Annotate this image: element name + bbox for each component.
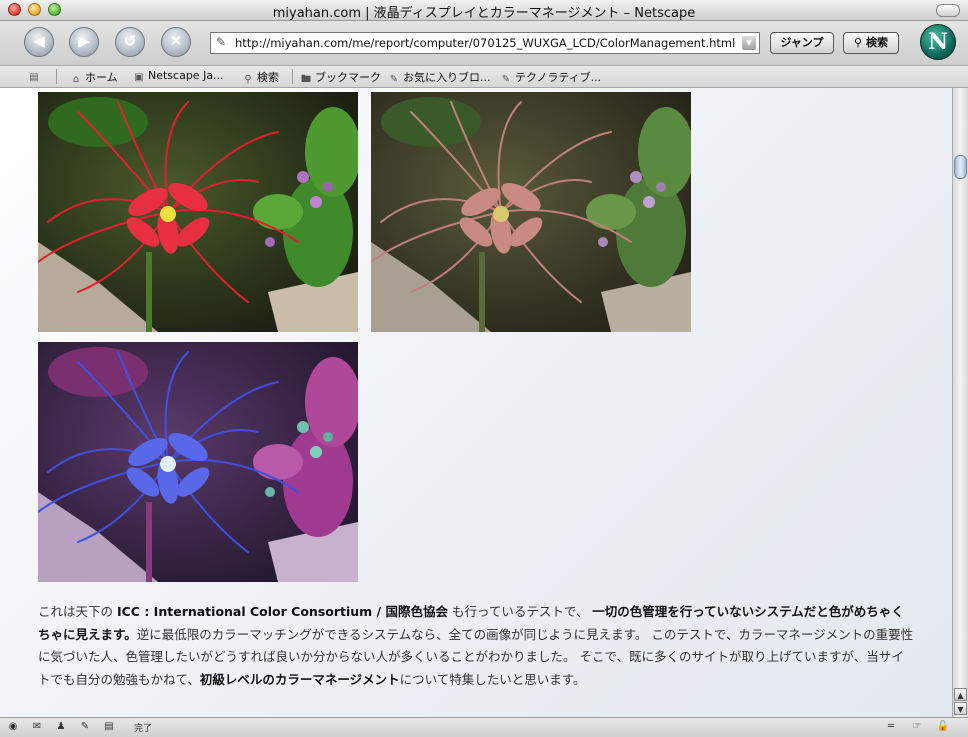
instant-messenger-icon[interactable]: ♟	[54, 721, 68, 733]
article-paragraph: これは天下の ICC : International Color Consort…	[38, 604, 914, 687]
magnifier-icon: ⚲	[244, 74, 252, 85]
arrow-right-icon: ▶	[78, 32, 90, 50]
folder-icon: 🖿	[301, 74, 311, 85]
address-book-icon[interactable]: ▤	[102, 721, 116, 733]
scroll-up-arrow-icon[interactable]: ▲	[954, 688, 967, 701]
url-text[interactable]: http://miyahan.com/me/report/computer/07…	[235, 36, 735, 50]
vertical-scrollbar[interactable]: ▲ ▼	[952, 88, 968, 717]
my-netscape-icon: ▣	[134, 72, 144, 83]
composer-icon[interactable]: ✎	[78, 721, 92, 733]
magnifier-icon: ⚲	[854, 36, 863, 49]
bookmark-technorati[interactable]: ✎ テクノラティブ...	[500, 69, 601, 85]
beginner-cm-emphasis: 初級レベルのカラーマネージメント	[199, 671, 400, 687]
window-title: miyahan.com | 液晶ディスプレイとカラーマネージメント – Nets…	[272, 6, 696, 21]
sidebar-toggle-icon[interactable]: ▤	[28, 69, 43, 83]
scroll-down-arrow-icon[interactable]: ▼	[954, 702, 967, 715]
popup-blocker-icon[interactable]: ☞	[910, 721, 924, 733]
page-icon: ✎	[216, 35, 227, 49]
flower-photo-inverted	[38, 342, 358, 582]
stop-button[interactable]: ✕	[161, 27, 191, 57]
title-bar: miyahan.com | 液晶ディスプレイとカラーマネージメント – Nets…	[0, 0, 968, 21]
bookmark-search[interactable]: ⚲ 検索	[242, 69, 279, 85]
online-status-icon[interactable]: ═	[880, 721, 902, 733]
security-lock-icon[interactable]: 🔓	[936, 721, 950, 733]
arrow-left-icon: ◀	[33, 32, 45, 50]
stop-icon: ✕	[169, 32, 183, 50]
flower-photo-original	[38, 92, 358, 332]
scrollbar-thumb[interactable]	[954, 155, 967, 179]
search-button-label: 検索	[865, 36, 888, 49]
jump-button[interactable]: ジャンプ	[770, 32, 834, 54]
navigation-toolbar: ◀ ▶ ↺ ✕ ✎ http://miyahan.com/me/report/c…	[0, 21, 968, 66]
toolbar-separator	[56, 69, 57, 84]
mail-icon[interactable]: ✉	[30, 721, 44, 733]
bookmark-home[interactable]: ⌂ ホーム	[70, 69, 118, 85]
bookmark-netscape-japan[interactable]: ▣ Netscape Ja...	[133, 69, 223, 83]
home-icon: ⌂	[72, 74, 80, 85]
status-bar: ◉ ✉ ♟ ✎ ▤ 完了 ═ ☞ 🔓	[0, 717, 968, 737]
forward-button[interactable]: ▶	[69, 27, 99, 57]
icc-emphasis: ICC : International Color Consortium / 国…	[116, 604, 448, 619]
bookmark-favorite-blogs[interactable]: ✎ お気に入りブロ...	[388, 69, 491, 85]
bookmarks-menu[interactable]: 🖿 ブックマーク	[300, 69, 381, 85]
status-text: 完了	[134, 724, 153, 734]
reload-button[interactable]: ↺	[115, 27, 145, 57]
url-dropdown-icon[interactable]: ▼	[742, 36, 756, 50]
page-content: これは天下の ICC : International Color Consort…	[0, 88, 952, 717]
netscape-logo[interactable]: N	[920, 24, 956, 60]
bookmark-link-icon: ✎	[389, 74, 399, 85]
toolbar-toggle-button[interactable]	[936, 4, 960, 17]
flower-photo-desaturated	[371, 92, 691, 332]
reload-icon: ↺	[123, 32, 137, 50]
url-bar[interactable]: ✎ http://miyahan.com/me/report/computer/…	[210, 32, 760, 54]
toolbar-separator	[292, 69, 293, 84]
back-button[interactable]: ◀	[24, 27, 54, 57]
netscape-status-icon[interactable]: ◉	[6, 721, 20, 733]
personal-toolbar: ▤ ⌂ ホーム ▣ Netscape Ja... ⚲ 検索 🖿 ブックマーク ✎ お気に入…	[0, 66, 968, 88]
search-button[interactable]: ⚲ 検索	[843, 32, 899, 54]
bookmark-link-icon: ✎	[501, 74, 511, 85]
